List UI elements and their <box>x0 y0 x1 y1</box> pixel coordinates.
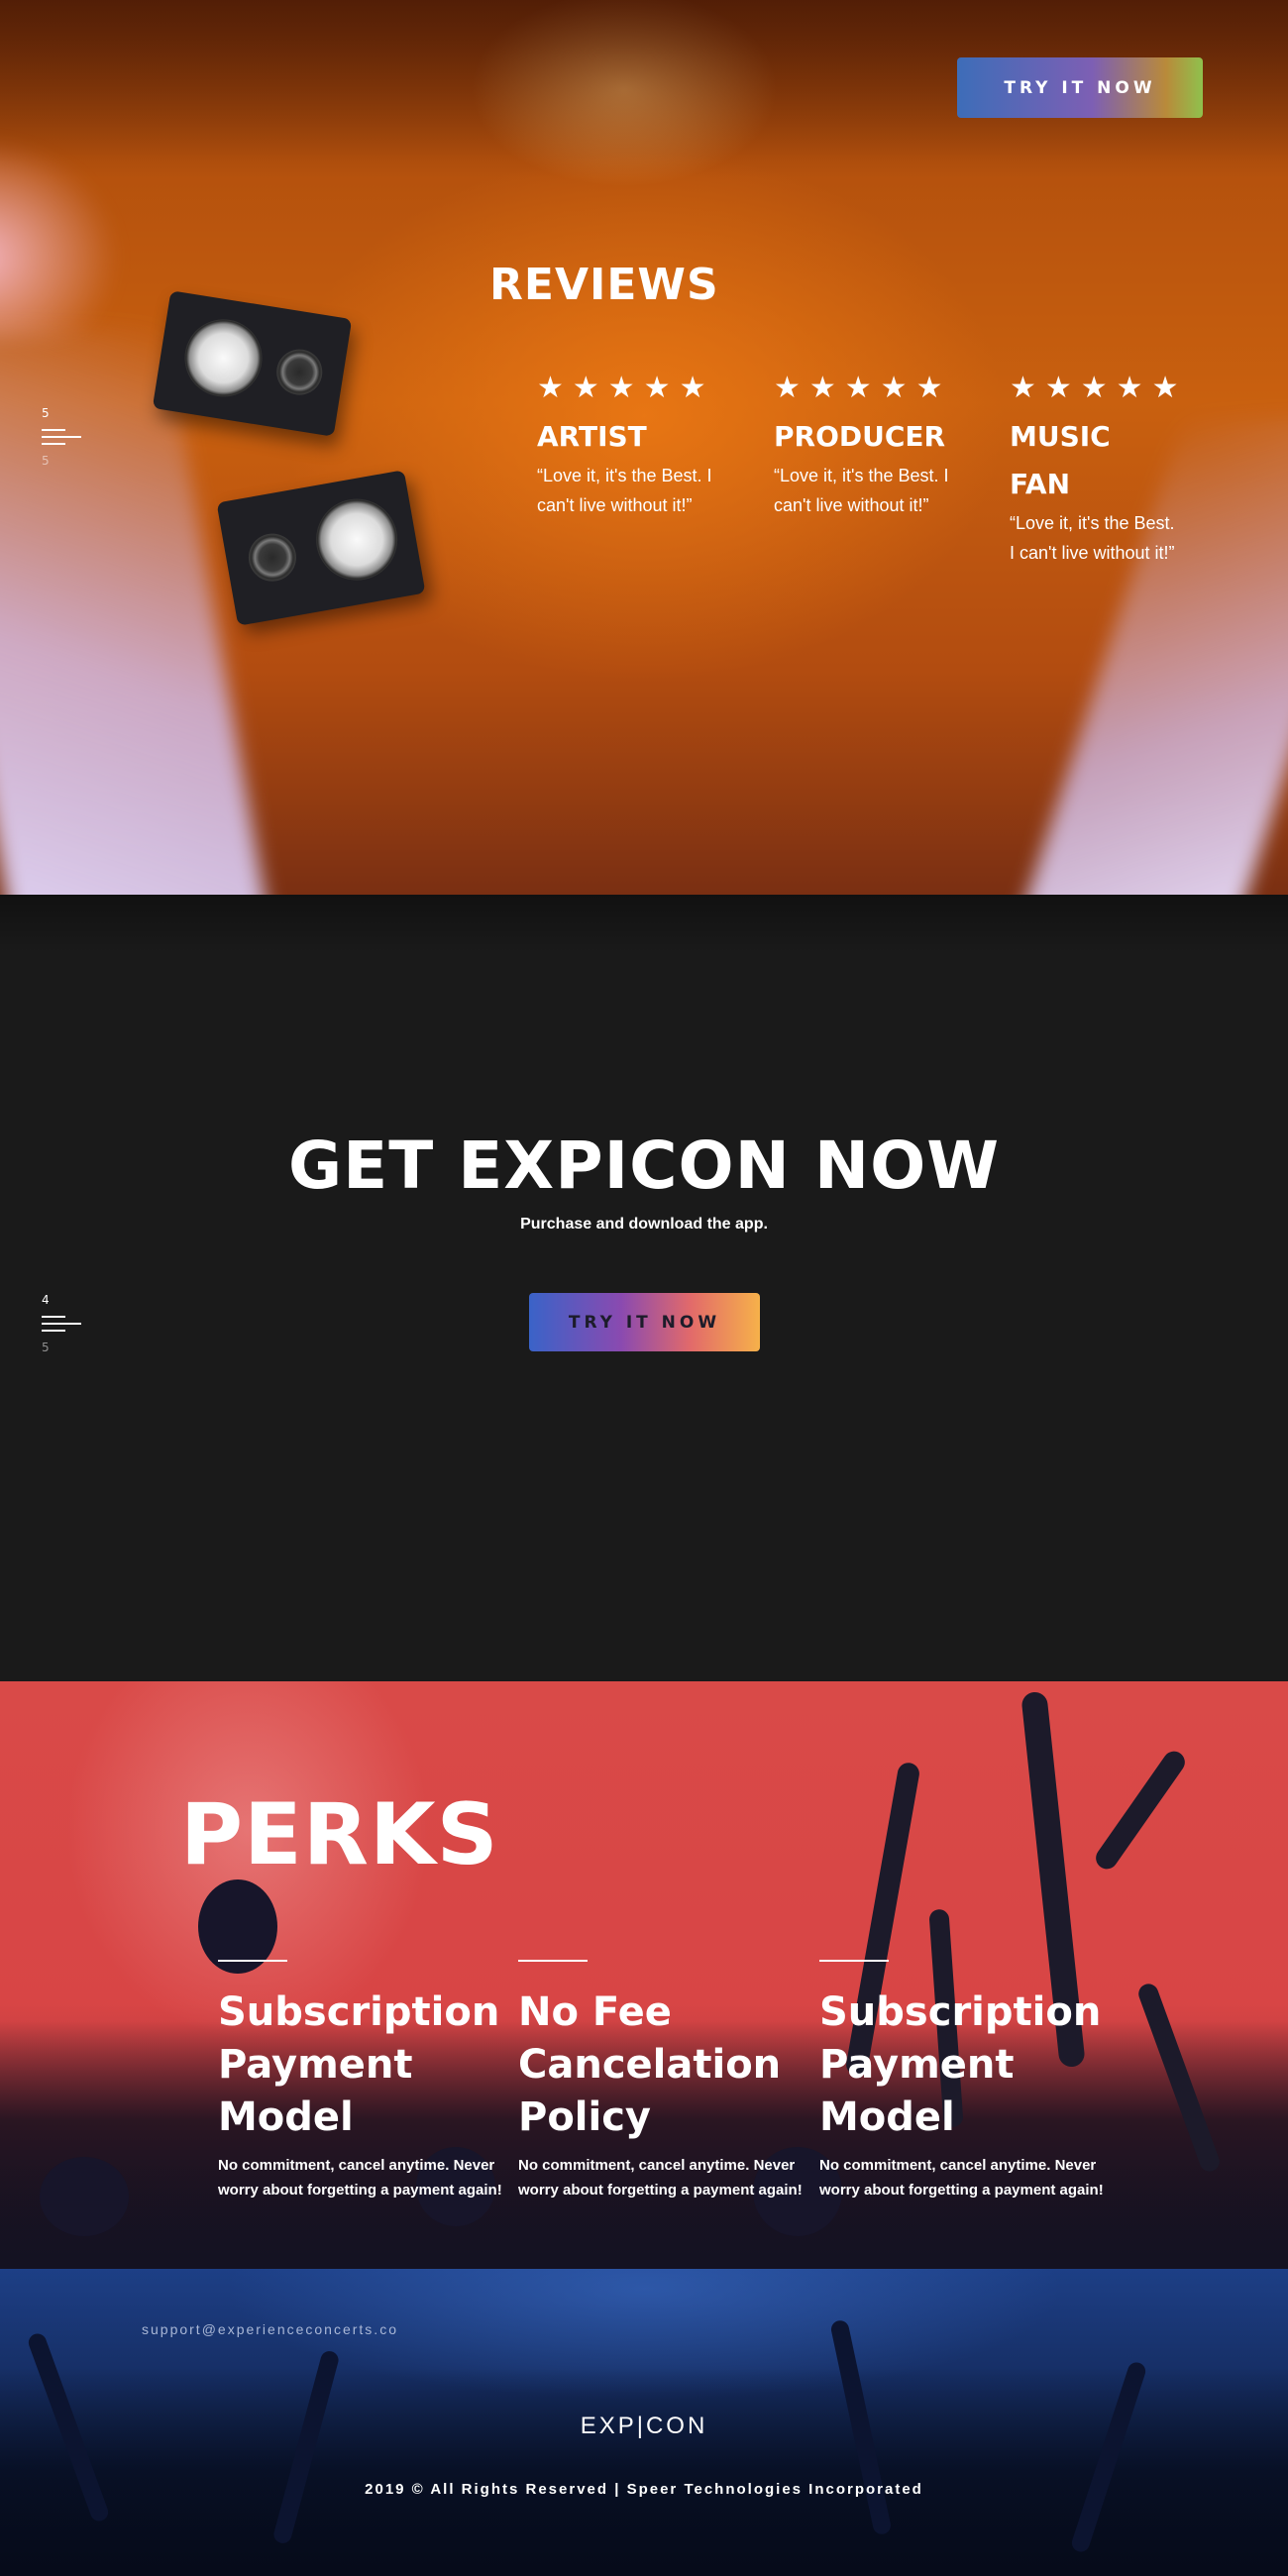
perk-description: No commitment, cancel anytime. Never wor… <box>518 2157 803 2199</box>
review-card: ★★★★★ MUSIC FAN “Love it, it's the Best.… <box>1010 372 1178 568</box>
reviews-section: TRY IT NOW REVIEWS 5 5 ★★★★★ ARTIST “Lov… <box>0 0 1288 895</box>
get-app-title: GET EXPICON NOW <box>287 1127 1001 1204</box>
raised-arm-silhouette <box>1091 1747 1190 1874</box>
perk-title: Subscription Payment Model <box>218 1989 500 2140</box>
section-number-current: 4 <box>42 1293 50 1307</box>
reviews-title: REVIEWS <box>489 260 719 310</box>
footer: support@experienceconcerts.co EXP|CON 20… <box>0 2269 1288 2576</box>
support-email-link[interactable]: support@experienceconcerts.co <box>142 2321 398 2337</box>
perk-item: Subscription Payment Model No commitment… <box>819 1960 1107 2202</box>
try-it-now-button[interactable]: TRY IT NOW <box>529 1293 760 1351</box>
review-card: ★★★★★ ARTIST “Love it, it's the Best. I … <box>537 372 735 520</box>
perk-description: No commitment, cancel anytime. Never wor… <box>819 2157 1104 2199</box>
review-quote: “Love it, it's the Best. I can't live wi… <box>774 466 949 515</box>
review-role: PRODUCER <box>774 420 946 453</box>
perk-description: No commitment, cancel anytime. Never wor… <box>218 2157 502 2199</box>
perks-section: PERKS Subscription Payment Model No comm… <box>0 1681 1288 2269</box>
try-it-now-button-top[interactable]: TRY IT NOW <box>957 57 1203 118</box>
menu-lines-icon[interactable] <box>42 429 81 445</box>
perks-title: PERKS <box>180 1785 499 1884</box>
perk-title: No Fee Cancelation Policy <box>518 1989 782 2140</box>
review-role: MUSIC FAN <box>1010 420 1111 500</box>
get-app-section: GET EXPICON NOW Purchase and download th… <box>0 895 1288 1682</box>
copyright-text: 2019 © All Rights Reserved | Speer Techn… <box>365 2481 923 2498</box>
perk-item: Subscription Payment Model No commitment… <box>218 1960 505 2202</box>
section-number-current: 5 <box>42 406 50 420</box>
star-rating-icon: ★★★★★ <box>774 372 952 404</box>
section-nav[interactable]: 5 5 <box>42 406 81 468</box>
perk-divider <box>518 1960 588 1962</box>
stage-light-top-left <box>0 139 119 337</box>
get-app-subtitle: Purchase and download the app. <box>520 1216 768 1233</box>
star-rating-icon: ★★★★★ <box>537 372 715 404</box>
speaker-image <box>152 290 353 437</box>
section-number-next: 5 <box>42 454 50 468</box>
review-role: ARTIST <box>537 420 647 453</box>
crowd-head-silhouette <box>40 2157 129 2236</box>
speaker-image <box>216 470 426 626</box>
tweeter-icon <box>272 346 326 398</box>
perk-item: No Fee Cancelation Policy No commitment,… <box>518 1960 805 2202</box>
review-quote: “Love it, it's the Best. I can't live wi… <box>537 466 712 515</box>
section-number-next: 5 <box>42 1341 50 1354</box>
tweeter-icon <box>245 529 300 586</box>
perk-title: Subscription Payment Model <box>819 1989 1102 2140</box>
star-rating-icon: ★★★★★ <box>1010 372 1188 404</box>
footer-logo[interactable]: EXP|CON <box>0 2413 1288 2440</box>
menu-lines-icon[interactable] <box>42 1316 81 1332</box>
woofer-icon <box>309 492 404 588</box>
perk-divider <box>819 1960 889 1962</box>
section-shadow <box>0 895 1288 954</box>
woofer-icon <box>178 313 268 403</box>
perk-divider <box>218 1960 287 1962</box>
review-quote: “Love it, it's the Best. I can't live wi… <box>1010 513 1175 563</box>
section-nav[interactable]: 4 5 <box>42 1293 81 1354</box>
review-card: ★★★★★ PRODUCER “Love it, it's the Best. … <box>774 372 972 520</box>
